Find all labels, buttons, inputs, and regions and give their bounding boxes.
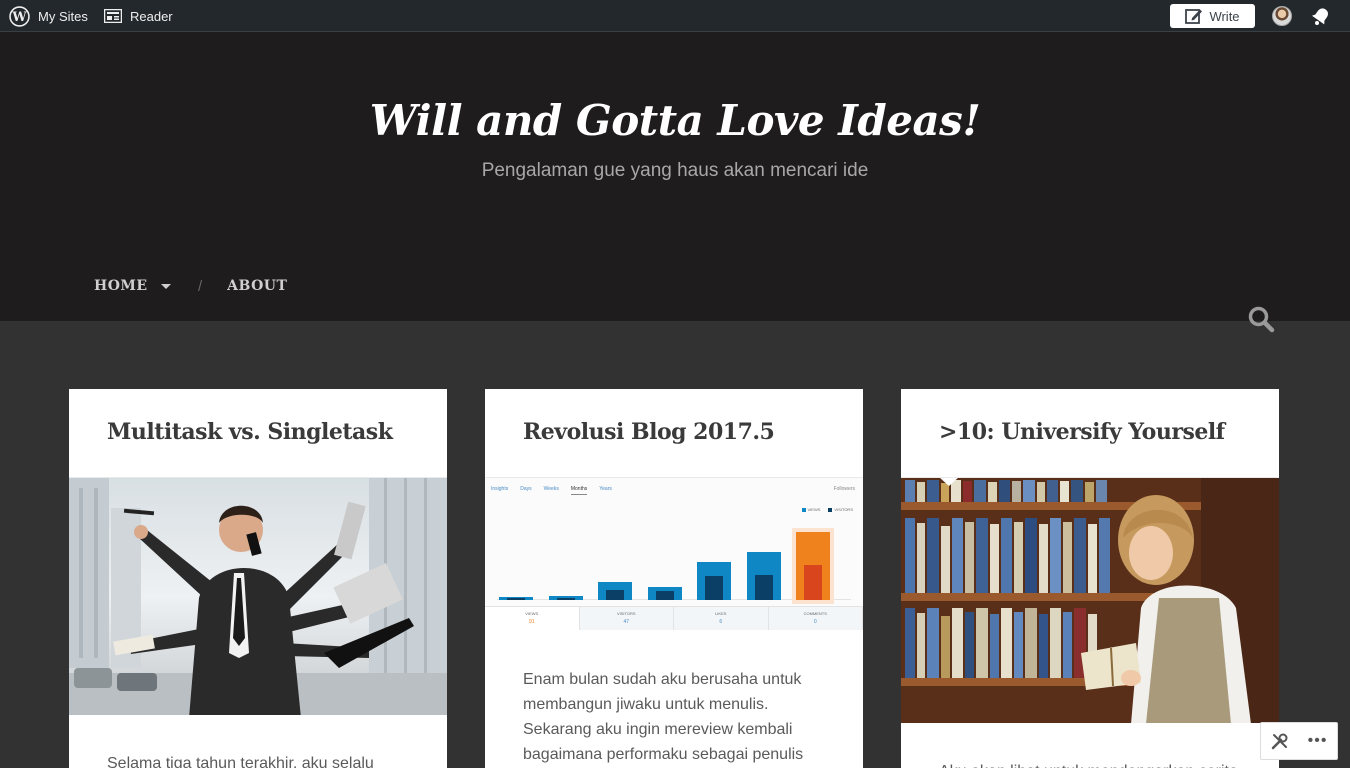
chart-tab-active: Months	[570, 486, 588, 495]
stat-views: VIEWS 91	[485, 607, 580, 630]
chart-bar	[499, 597, 533, 600]
library-illustration	[901, 478, 1279, 723]
write-icon	[1185, 9, 1203, 24]
chart-tab: Insights	[491, 486, 509, 492]
post-title[interactable]: Multitask vs. Singletask	[107, 419, 393, 445]
reader-link[interactable]: Reader	[104, 0, 173, 32]
my-sites-label: My Sites	[38, 8, 88, 24]
chart-bar	[549, 596, 583, 600]
write-button[interactable]: Write	[1170, 4, 1255, 28]
chart-bar	[747, 552, 781, 600]
chevron-down-icon[interactable]	[160, 283, 171, 289]
post-title[interactable]: Revolusi Blog 2017.5	[523, 419, 775, 445]
svg-text:W: W	[11, 9, 27, 24]
nav-about-label: ABOUT	[227, 278, 288, 294]
post-image-library[interactable]	[901, 477, 1279, 723]
site-title[interactable]: Will and Gotta Love Ideas!	[0, 96, 1350, 145]
nav-item-about[interactable]: ABOUT	[227, 278, 287, 294]
chart-followers: Followers	[833, 486, 855, 492]
stat-visitors: VISITORS 47	[580, 607, 674, 630]
chart-legend: VIEWS VISITORS	[801, 507, 853, 512]
site-description: Pengalaman gue yang haus akan mencari id…	[481, 160, 869, 181]
stat-likes: LIKES 6	[674, 607, 769, 630]
chart-tab: Weeks	[543, 486, 559, 492]
floating-toolbar: •••	[1260, 722, 1338, 760]
chart-tab: Years	[599, 486, 612, 492]
chart-bar	[697, 562, 731, 600]
notifications-icon[interactable]	[1311, 6, 1331, 26]
reader-label: Reader	[130, 8, 173, 24]
avatar[interactable]	[1272, 6, 1292, 26]
chart-bar	[598, 582, 632, 600]
nav-item-home[interactable]: HOME	[94, 278, 171, 294]
legend-visitors: VISITORS	[828, 507, 853, 512]
post-excerpt: Selama tiga tahun terakhir, aku selalu	[107, 755, 374, 768]
chart-tabs: Insights Days Weeks Months Years	[491, 486, 612, 495]
post-card: Multitask vs. Singletask Selama tiga tah…	[69, 389, 447, 768]
wordpress-logo-icon: W	[9, 5, 30, 27]
title-notch	[940, 478, 958, 486]
more-options-icon[interactable]: •••	[1308, 732, 1328, 750]
post-card: >10: Universify Yourself	[901, 389, 1279, 768]
tools-icon[interactable]	[1271, 732, 1289, 750]
my-sites-link[interactable]: W My Sites	[9, 0, 88, 32]
chart-tab: Days	[520, 486, 532, 492]
legend-views: VIEWS	[801, 507, 820, 512]
stat-comments: COMMENTS 0	[769, 607, 863, 630]
admin-bar: W My Sites Reader Write	[0, 0, 1350, 32]
post-excerpt: Enam bulan sudah aku berusaha untuk memb…	[523, 671, 804, 763]
nav-separator: /	[197, 277, 203, 295]
search-icon[interactable]	[1247, 305, 1275, 333]
reader-icon	[104, 9, 122, 23]
chart-bar	[648, 587, 682, 600]
nav-home-label: HOME	[94, 278, 148, 294]
chart-bar-highlight	[796, 532, 830, 600]
main-navigation: HOME / ABOUT	[94, 276, 287, 296]
post-card: Revolusi Blog 2017.5 Insights Days Weeks…	[485, 389, 863, 768]
post-image-stats-chart[interactable]: Insights Days Weeks Months Years Followe…	[485, 477, 863, 630]
chart-stats: VIEWS 91 VISITORS 47 LIKES 6 COMMENTS 0	[485, 606, 863, 630]
post-excerpt: Aku akan lihat untuk mendengarkan cerita	[939, 759, 1249, 768]
businessman-illustration	[69, 478, 447, 715]
post-title[interactable]: >10: Universify Yourself	[939, 419, 1225, 445]
write-label: Write	[1209, 8, 1240, 24]
post-image-multitask[interactable]	[69, 477, 447, 715]
site-header: Will and Gotta Love Ideas! Pengalaman gu…	[0, 32, 1350, 333]
